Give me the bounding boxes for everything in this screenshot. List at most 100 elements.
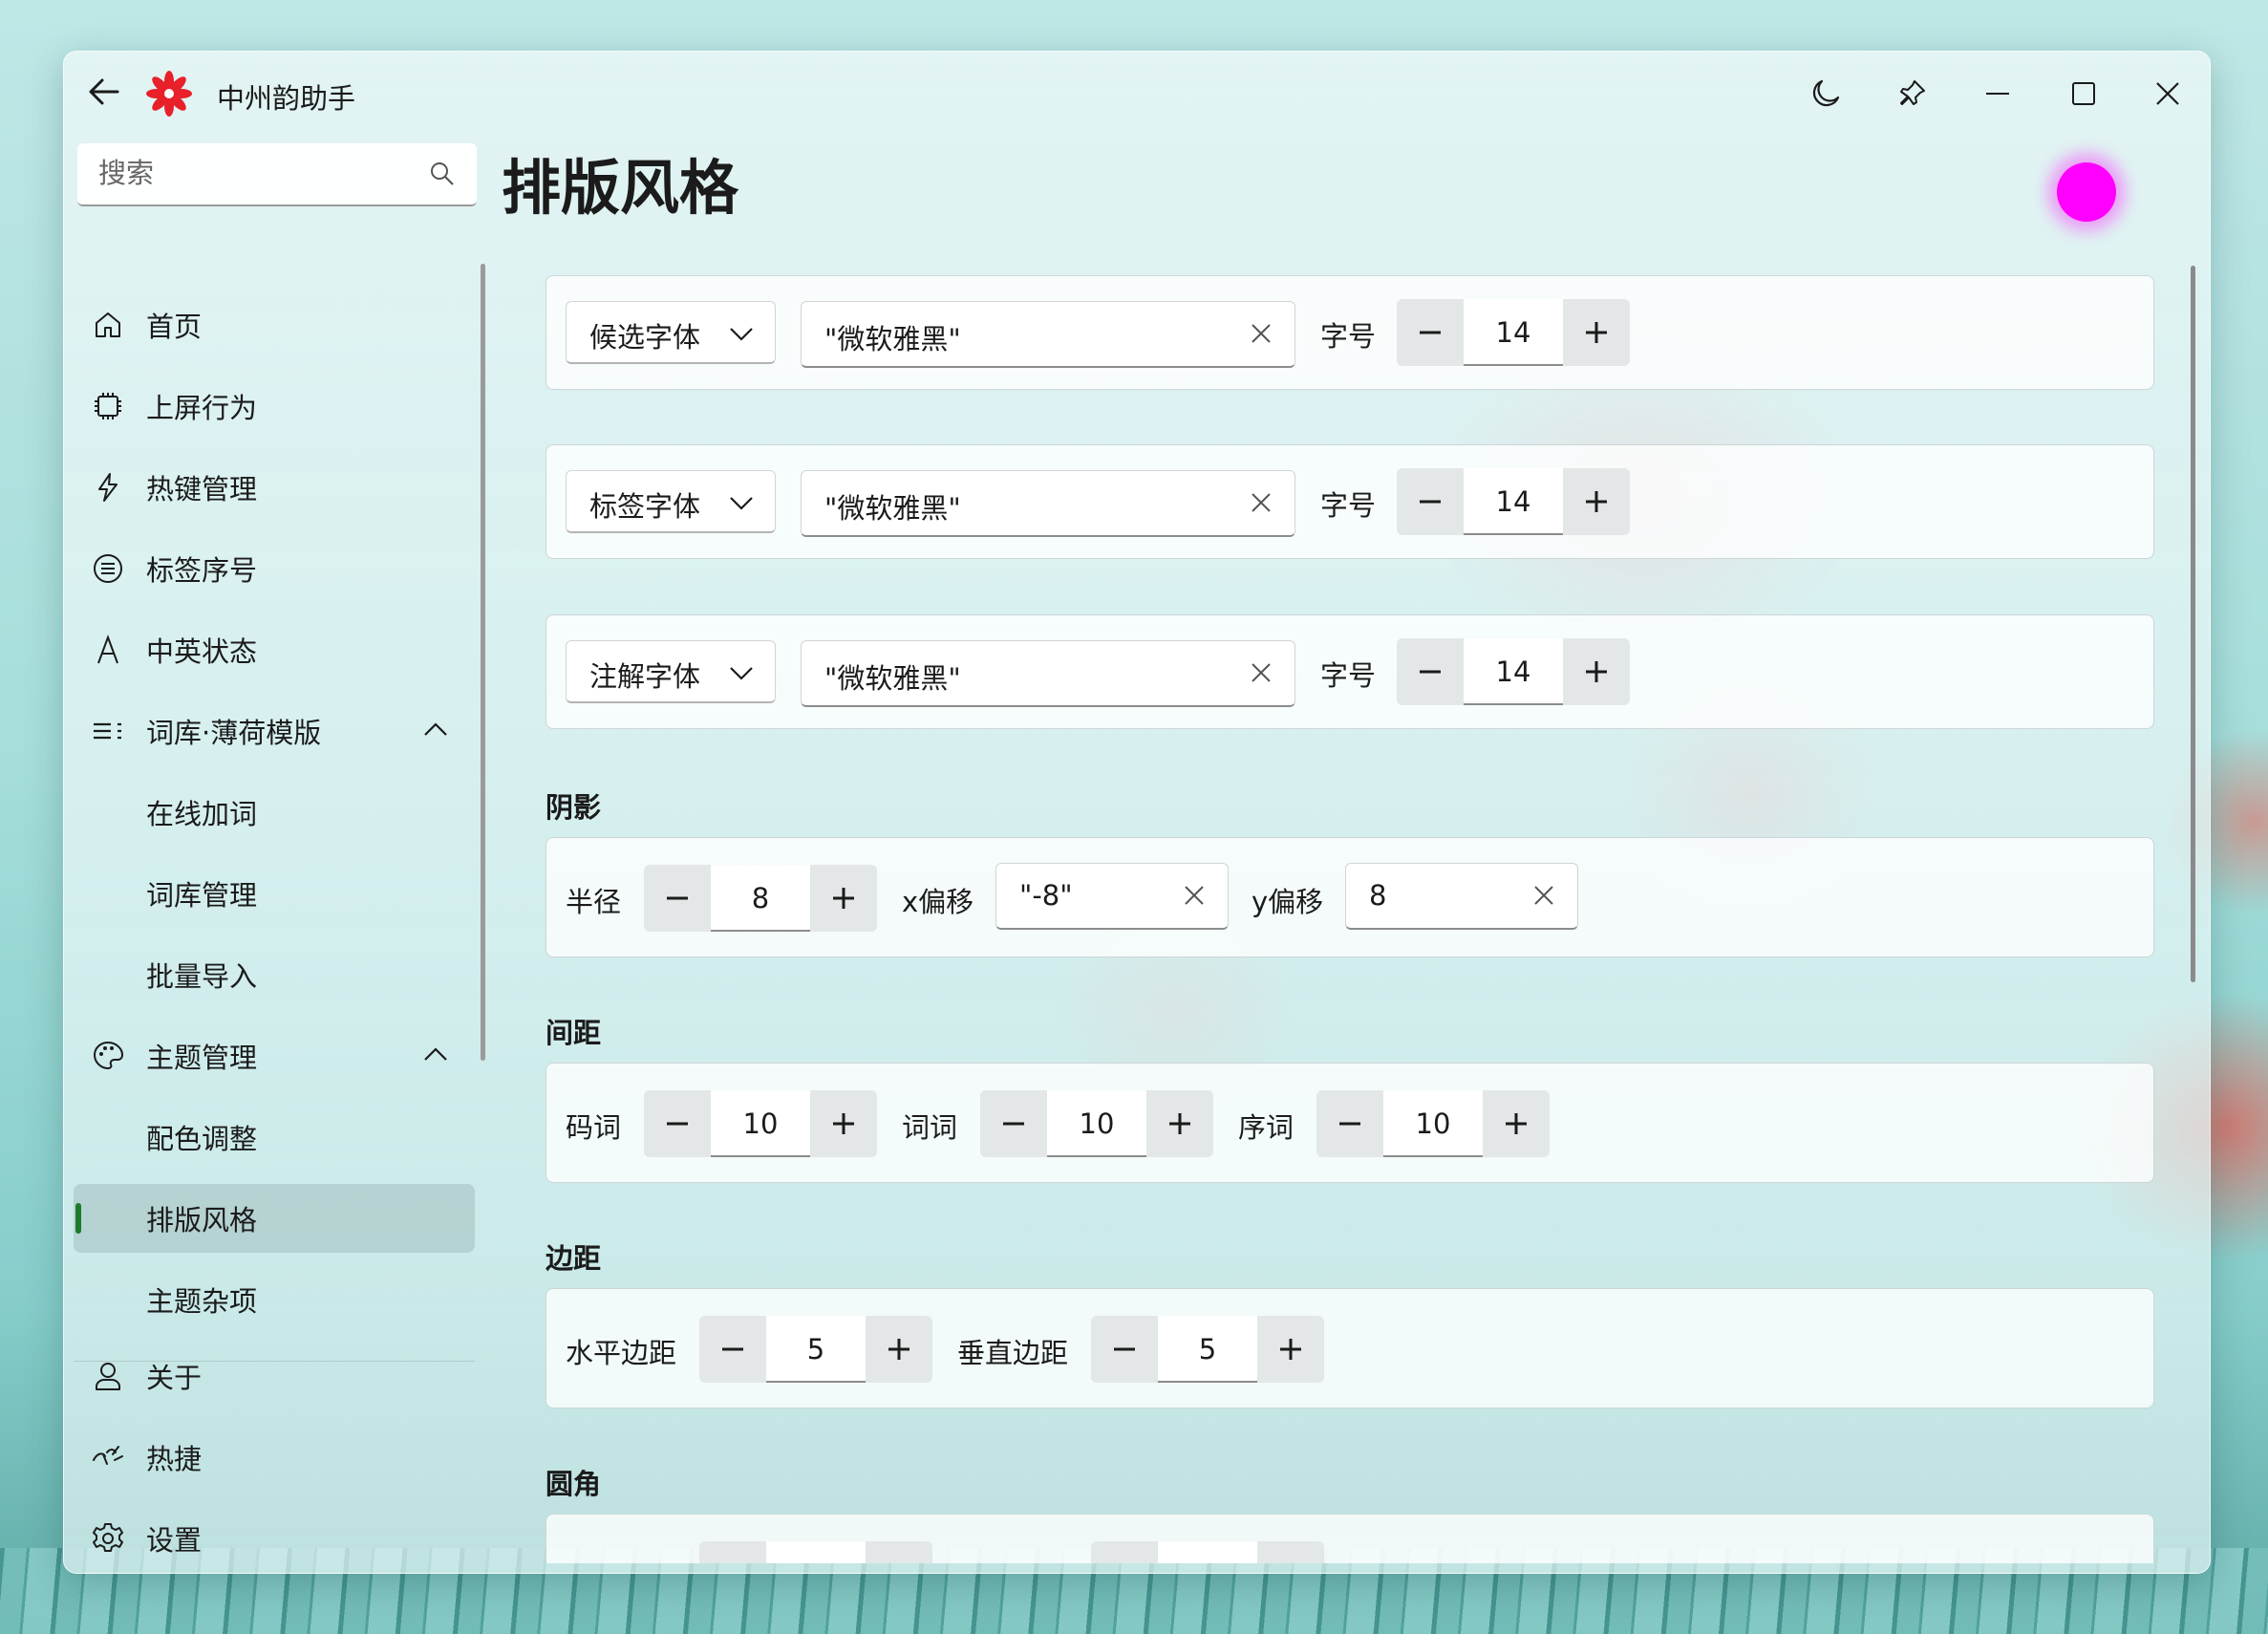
sidebar-item-dictionary[interactable]: 词库·薄荷模版 xyxy=(74,697,475,765)
decrement-button[interactable] xyxy=(1397,468,1464,535)
corner-radius-value[interactable]: 0 xyxy=(1158,1541,1257,1563)
minus-icon xyxy=(1003,1122,1024,1126)
decrement-button[interactable] xyxy=(699,1316,766,1383)
increment-button[interactable] xyxy=(866,1316,932,1383)
decrement-button[interactable] xyxy=(1397,638,1464,705)
horizontal-margin-value[interactable]: 5 xyxy=(766,1316,866,1383)
increment-button[interactable] xyxy=(1563,638,1630,705)
font-size-stepper[interactable]: 14 xyxy=(1397,299,1630,366)
font-name-input[interactable]: "微软雅黑" xyxy=(801,301,1295,368)
lightning-icon xyxy=(91,470,125,505)
font-size-stepper[interactable]: 14 xyxy=(1397,468,1630,535)
sidebar-item-batch-import[interactable]: 批量导入 xyxy=(74,940,475,1009)
index-word-spacing-value[interactable]: 10 xyxy=(1383,1090,1483,1157)
clear-icon[interactable] xyxy=(1531,883,1556,908)
maximize-button[interactable] xyxy=(2055,65,2112,122)
shadow-radius-stepper[interactable]: 8 xyxy=(644,865,877,932)
increment-button[interactable] xyxy=(866,1541,932,1563)
minus-icon xyxy=(667,896,688,900)
back-button[interactable] xyxy=(87,75,121,109)
font-size-value[interactable]: 14 xyxy=(1464,468,1563,535)
decrement-button[interactable] xyxy=(1091,1541,1158,1563)
sidebar-item-settings[interactable]: 设置 xyxy=(74,1504,475,1563)
decrement-button[interactable] xyxy=(1091,1316,1158,1383)
decrement-button[interactable] xyxy=(1316,1090,1383,1157)
sidebar-item-commit-behavior[interactable]: 上屏行为 xyxy=(74,372,475,441)
sidebar-item-theme-management[interactable]: 主题管理 xyxy=(74,1021,475,1090)
code-word-spacing-stepper[interactable]: 10 xyxy=(644,1090,877,1157)
sidebar-item-color-adjust[interactable]: 配色调整 xyxy=(74,1103,475,1172)
chevron-down-icon xyxy=(730,497,753,510)
vertical-margin-value[interactable]: 5 xyxy=(1158,1316,1257,1383)
sidebar-item-cn-en-state[interactable]: 中英状态 xyxy=(74,615,475,684)
font-size-stepper[interactable]: 14 xyxy=(1397,638,1630,705)
increment-button[interactable] xyxy=(810,865,877,932)
decrement-button[interactable] xyxy=(699,1541,766,1563)
search-box[interactable] xyxy=(77,143,477,206)
sidebar-item-about[interactable]: 关于 xyxy=(74,1342,475,1410)
sidebar-item-theme-misc[interactable]: 主题杂项 xyxy=(74,1265,475,1334)
horizontal-margin-stepper[interactable]: 5 xyxy=(699,1316,932,1383)
font-size-value[interactable]: 14 xyxy=(1464,299,1563,366)
font-name-input[interactable]: "微软雅黑" xyxy=(801,470,1295,537)
decrement-button[interactable] xyxy=(644,865,711,932)
font-name-value: "微软雅黑" xyxy=(824,492,961,525)
minimize-button[interactable] xyxy=(1969,65,2026,122)
sidebar-item-hotkey[interactable]: 热捷 xyxy=(74,1423,475,1492)
pin-button[interactable] xyxy=(1883,65,1940,122)
palette-icon xyxy=(91,1039,125,1073)
clear-icon[interactable] xyxy=(1182,883,1207,908)
font-name-input[interactable]: "微软雅黑" xyxy=(801,640,1295,707)
word-word-spacing-stepper[interactable]: 10 xyxy=(980,1090,1213,1157)
clear-icon[interactable] xyxy=(1249,490,1273,515)
index-word-spacing-stepper[interactable]: 10 xyxy=(1316,1090,1550,1157)
font-type-dropdown[interactable]: 注解字体 xyxy=(566,640,776,703)
font-size-value[interactable]: 14 xyxy=(1464,638,1563,705)
chevron-up-icon[interactable] xyxy=(421,716,450,744)
plus-icon xyxy=(1586,322,1607,343)
increment-button[interactable] xyxy=(1483,1090,1550,1157)
decrement-button[interactable] xyxy=(1397,299,1464,366)
decrement-button[interactable] xyxy=(644,1090,711,1157)
increment-button[interactable] xyxy=(1563,299,1630,366)
app-title: 中州韵助手 xyxy=(217,82,356,115)
candidate-font-card: 候选字体 "微软雅黑" 字号 14 xyxy=(546,275,2154,390)
theme-toggle-button[interactable] xyxy=(1797,65,1854,122)
corner-radius-value[interactable]: 0 xyxy=(766,1541,866,1563)
shadow-x-offset-input[interactable]: "-8" xyxy=(995,863,1229,930)
sidebar-item-label: 词库·薄荷模版 xyxy=(146,717,322,749)
corner-card: 0 0 xyxy=(546,1514,2154,1563)
shadow-radius-value[interactable]: 8 xyxy=(711,865,810,932)
increment-button[interactable] xyxy=(810,1090,877,1157)
sidebar-item-layout-style[interactable]: 排版风格 xyxy=(74,1184,475,1253)
pin-icon xyxy=(1900,80,1925,105)
clear-icon[interactable] xyxy=(1249,321,1273,346)
avatar[interactable] xyxy=(2057,162,2116,222)
sidebar-item-label: 配色调整 xyxy=(146,1123,258,1155)
sidebar-item-dictionary-management[interactable]: 词库管理 xyxy=(74,859,475,928)
increment-button[interactable] xyxy=(1257,1541,1324,1563)
sidebar-scrollbar[interactable] xyxy=(481,264,485,1061)
increment-button[interactable] xyxy=(1563,468,1630,535)
font-type-dropdown[interactable]: 候选字体 xyxy=(566,301,776,364)
code-word-spacing-value[interactable]: 10 xyxy=(711,1090,810,1157)
sidebar-item-online-add-word[interactable]: 在线加词 xyxy=(74,778,475,847)
sidebar-item-home[interactable]: 首页 xyxy=(74,290,475,359)
sidebar-item-label-numbers[interactable]: 标签序号 xyxy=(74,534,475,603)
increment-button[interactable] xyxy=(1146,1090,1213,1157)
chevron-up-icon[interactable] xyxy=(421,1041,450,1069)
font-type-dropdown[interactable]: 标签字体 xyxy=(566,470,776,533)
increment-button[interactable] xyxy=(1257,1316,1324,1383)
sidebar-item-hotkey-management[interactable]: 热键管理 xyxy=(74,453,475,522)
decrement-button[interactable] xyxy=(980,1090,1047,1157)
clear-icon[interactable] xyxy=(1249,660,1273,685)
content-scrollbar[interactable] xyxy=(2191,266,2195,982)
word-word-spacing-value[interactable]: 10 xyxy=(1047,1090,1146,1157)
corner-radius-stepper[interactable]: 0 xyxy=(699,1541,932,1563)
close-button[interactable] xyxy=(2139,65,2196,122)
search-icon[interactable] xyxy=(429,161,456,187)
search-input[interactable] xyxy=(96,156,416,190)
vertical-margin-stepper[interactable]: 5 xyxy=(1091,1316,1324,1383)
shadow-y-offset-input[interactable]: 8 xyxy=(1345,863,1578,930)
corner-radius-stepper[interactable]: 0 xyxy=(1091,1541,1324,1563)
